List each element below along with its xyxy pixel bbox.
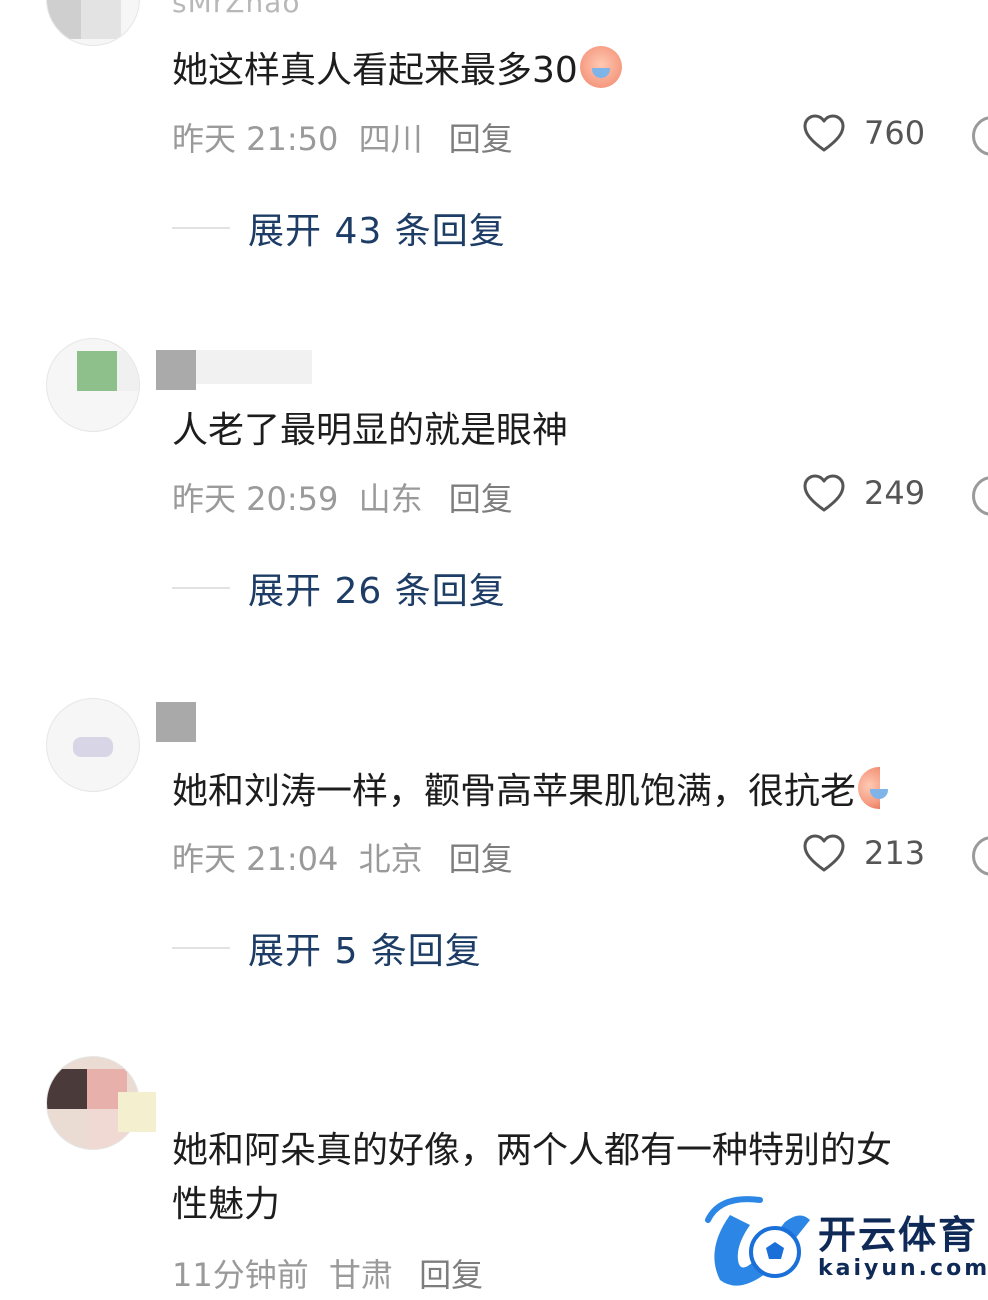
- like-count: 249: [864, 474, 926, 512]
- location: 北京: [358, 840, 423, 878]
- heart-outline-icon: [803, 834, 845, 872]
- username-redacted: [156, 350, 196, 390]
- expand-replies-label: 展开 43 条回复: [248, 211, 506, 252]
- divider-line: [172, 587, 230, 589]
- avatar[interactable]: [46, 698, 140, 792]
- timestamp: 昨天 21:50: [172, 120, 339, 158]
- like-button[interactable]: 249: [802, 470, 925, 516]
- username-redacted: [196, 350, 312, 384]
- more-circle-icon[interactable]: [972, 836, 988, 876]
- like-count: 213: [864, 834, 926, 872]
- location: 四川: [358, 120, 423, 158]
- timestamp: 昨天 20:59: [172, 480, 339, 518]
- username[interactable]: sMrZhao: [172, 0, 300, 19]
- comment-text-line: 她和阿朵真的好像，两个人都有一种特别的女: [172, 1130, 893, 1171]
- heart-outline-icon: [803, 474, 845, 512]
- username-redacted: [156, 702, 196, 742]
- timestamp: 昨天 21:04: [172, 840, 339, 878]
- location: 甘肃: [328, 1256, 393, 1294]
- avatar[interactable]: [46, 338, 140, 432]
- like-count: 760: [864, 114, 926, 152]
- expand-replies-label: 展开 26 条回复: [248, 571, 506, 612]
- comment-text-line: 性魅力: [172, 1184, 281, 1225]
- comment-text-content: 她和刘涛一样，颧骨高苹果肌饱满，很抗老: [172, 771, 857, 812]
- comment-text: 她和刘涛一样，颧骨高苹果肌饱满，很抗老: [172, 765, 889, 819]
- heart-outline-icon: [803, 114, 845, 152]
- like-button[interactable]: 213: [802, 830, 925, 876]
- comment-text-content: 她这样真人看起来最多30: [172, 50, 578, 91]
- expand-replies-button[interactable]: 展开 26 条回复: [172, 563, 506, 613]
- reply-button[interactable]: 回复: [419, 1256, 483, 1294]
- expand-replies-button[interactable]: 展开 5 条回复: [172, 923, 482, 973]
- divider-line: [172, 227, 230, 229]
- expand-replies-button[interactable]: 展开 43 条回复: [172, 203, 506, 253]
- watermark-domain: kaiyun.com: [818, 1256, 988, 1281]
- more-circle-icon[interactable]: [972, 116, 988, 156]
- comment-text: 人老了最明显的就是眼神: [172, 410, 569, 451]
- more-circle-icon[interactable]: [972, 476, 988, 516]
- timestamp: 11分钟前: [172, 1256, 309, 1294]
- comment-meta: 11分钟前 甘肃 回复: [172, 1250, 493, 1296]
- location: 山东: [358, 480, 423, 518]
- divider-line: [172, 947, 230, 949]
- reply-button[interactable]: 回复: [449, 480, 513, 518]
- like-button[interactable]: 760: [802, 110, 925, 156]
- comment-meta: 昨天 20:59 山东 回复: [172, 474, 523, 520]
- watermark-brand: 开云体育: [818, 1213, 979, 1257]
- comment-meta: 昨天 21:50 四川 回复: [172, 114, 523, 160]
- crying-emoji-icon: [579, 46, 622, 88]
- avatar[interactable]: [46, 0, 140, 46]
- bow-icon: [73, 737, 113, 757]
- username-redacted: [118, 1092, 156, 1132]
- reply-button[interactable]: 回复: [449, 840, 513, 878]
- comment-text: 她这样真人看起来最多30: [172, 44, 622, 98]
- reply-button[interactable]: 回复: [449, 120, 513, 158]
- crying-emoji-icon: [858, 767, 889, 809]
- expand-replies-label: 展开 5 条回复: [248, 931, 482, 972]
- comment-meta: 昨天 21:04 北京 回复: [172, 834, 523, 880]
